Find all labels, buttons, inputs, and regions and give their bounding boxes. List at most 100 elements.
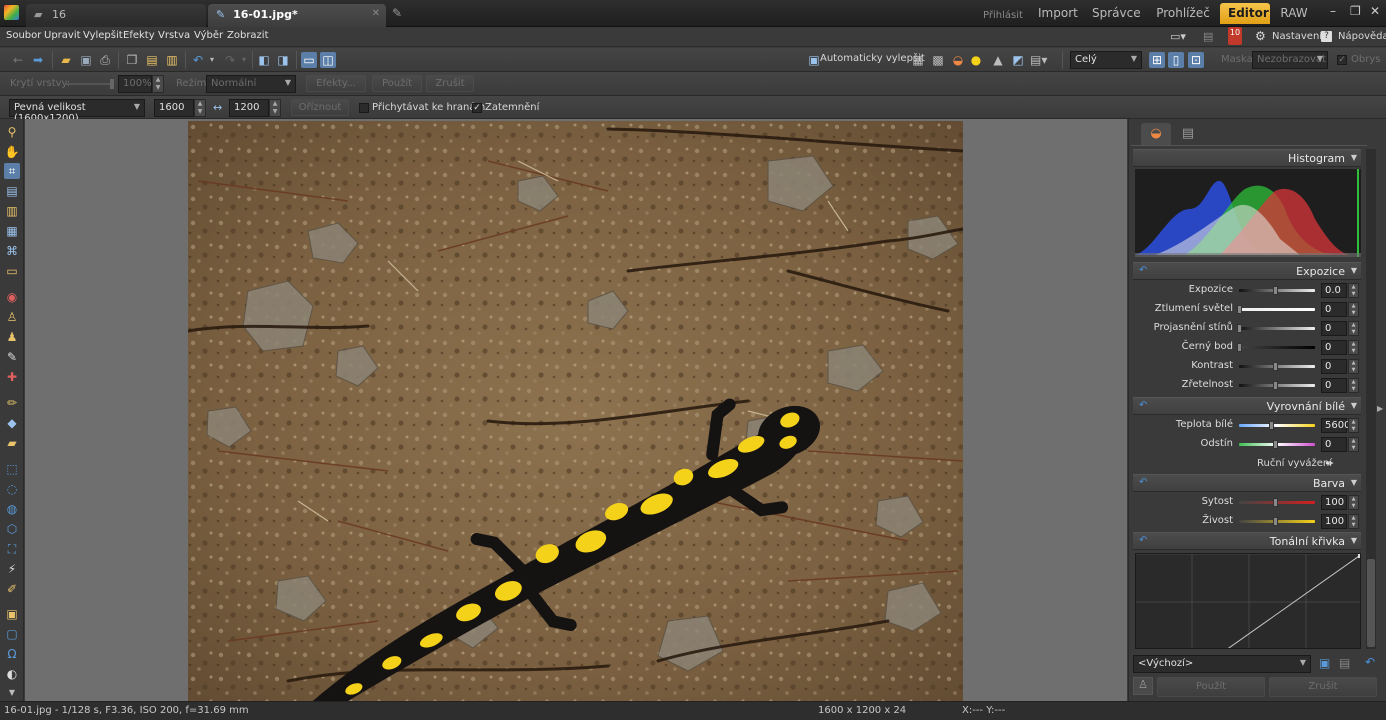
rotate-right-icon[interactable]: ◨ bbox=[275, 52, 291, 68]
help-link[interactable]: Nápověda bbox=[1338, 31, 1386, 42]
help-icon[interactable]: ? bbox=[1321, 31, 1332, 42]
redo-dropdown-icon[interactable]: ▾ bbox=[236, 52, 252, 68]
omega-tool-icon[interactable]: Ω bbox=[4, 646, 20, 662]
menu-layer[interactable]: Vrstva bbox=[158, 30, 190, 41]
shapes-tool-icon[interactable]: ◐ bbox=[4, 666, 20, 682]
notification-badge[interactable]: 10 bbox=[1228, 27, 1242, 45]
effects-dropdown-icon[interactable]: ▤▾ bbox=[1030, 52, 1047, 68]
crop-width-input[interactable]: 1600 bbox=[154, 99, 194, 117]
histogram-section-header[interactable]: Histogram ▼ bbox=[1133, 149, 1361, 167]
mask-select[interactable]: Nezobrazovat ▼ bbox=[1252, 51, 1328, 69]
stamp-icon[interactable]: ♙ bbox=[1133, 677, 1153, 695]
notifications-icon[interactable]: ▤ bbox=[1203, 30, 1213, 43]
slider-track[interactable] bbox=[1239, 346, 1315, 349]
tab-file[interactable]: ✎ 16-01.jpg* ✕ bbox=[208, 4, 386, 27]
slider-value-input[interactable]: 0 bbox=[1321, 437, 1347, 452]
slider-value-input[interactable]: 5600 bbox=[1321, 418, 1350, 433]
slider-spinner[interactable]: ▲ ▼ bbox=[1348, 495, 1359, 510]
panel-apply-button[interactable]: Použít bbox=[1157, 677, 1265, 697]
slider-value-input[interactable]: 0 bbox=[1321, 321, 1347, 336]
tone-curve-graph[interactable] bbox=[1135, 553, 1361, 649]
slider-spinner[interactable]: ▲ ▼ bbox=[1348, 378, 1359, 393]
color-rainbow-icon[interactable]: ◒ bbox=[950, 52, 966, 68]
save-preset-icon[interactable]: ▣ bbox=[1319, 656, 1330, 670]
perspective-tool-icon[interactable]: ▥ bbox=[4, 203, 20, 219]
slider-thumb[interactable] bbox=[1273, 498, 1278, 507]
eyedropper-icon[interactable]: ✒ bbox=[1325, 457, 1334, 470]
new-tab-icon[interactable]: ✎ bbox=[392, 6, 402, 20]
slider-value-input[interactable]: 0.0 bbox=[1321, 283, 1347, 298]
heal-tool-icon[interactable]: ♟ bbox=[4, 329, 20, 345]
slider-track[interactable] bbox=[1239, 424, 1315, 427]
copy-icon[interactable]: ❐ bbox=[124, 52, 140, 68]
canvas-tool-icon[interactable]: ▭ bbox=[4, 263, 20, 279]
preset-select[interactable]: <Výchozí> ▼ bbox=[1133, 655, 1311, 673]
slider-thumb[interactable] bbox=[1237, 305, 1242, 314]
select-brush-tool-icon[interactable]: ✐ bbox=[4, 581, 20, 597]
slider-spinner[interactable]: ▲ ▼ bbox=[1348, 418, 1359, 433]
layer-cancel-button[interactable]: Zrušit bbox=[426, 75, 474, 92]
slider-value-input[interactable]: 100 bbox=[1321, 495, 1347, 510]
crop-width-spinner[interactable]: ▲ ▼ bbox=[194, 99, 206, 117]
panel-collapse-icon[interactable]: ▶ bbox=[1377, 404, 1383, 413]
menu-file[interactable]: Soubor bbox=[6, 30, 41, 41]
mode-editor[interactable]: Editor bbox=[1220, 3, 1270, 24]
slider-spinner[interactable]: ▲ ▼ bbox=[1348, 359, 1359, 374]
layer-opacity-spinner[interactable]: ▲ ▼ bbox=[152, 75, 164, 93]
minimize-button[interactable]: – bbox=[1330, 4, 1336, 18]
straighten-tool-icon[interactable]: ▤ bbox=[4, 183, 20, 199]
split-view-icon[interactable]: ◫ bbox=[320, 52, 336, 68]
image-canvas[interactable] bbox=[25, 119, 1127, 701]
reset-all-icon[interactable]: ↶ bbox=[1365, 655, 1375, 669]
slider-value-input[interactable]: 0 bbox=[1321, 302, 1347, 317]
restore-button[interactable]: ❐ bbox=[1350, 4, 1361, 18]
ellipse-select-tool-icon[interactable]: ◌ bbox=[4, 481, 20, 497]
paste-icon[interactable]: ▤ bbox=[144, 52, 160, 68]
slider-thumb[interactable] bbox=[1237, 324, 1242, 333]
mode-import[interactable]: Import bbox=[1030, 3, 1082, 24]
swap-dimensions-icon[interactable]: ↔ bbox=[213, 101, 222, 114]
paste-new-icon[interactable]: ▥ bbox=[164, 52, 180, 68]
red-eye-tool-icon[interactable]: ◉ bbox=[4, 289, 20, 305]
gear-icon[interactable]: ⚙ bbox=[1255, 29, 1266, 43]
tab-folder[interactable]: ▰ 16 bbox=[26, 4, 206, 27]
mode-viewer[interactable]: Prohlížeč bbox=[1148, 3, 1218, 24]
back-arrow-icon[interactable]: ← bbox=[10, 52, 26, 68]
rotate-left-icon[interactable]: ◧ bbox=[256, 52, 272, 68]
display-icon[interactable]: ▭▾ bbox=[1170, 30, 1186, 43]
brush-tool-icon[interactable]: ✏ bbox=[4, 395, 20, 411]
picture-adjust-icon[interactable]: ◩ bbox=[1010, 52, 1026, 68]
crop-button[interactable]: Oříznout bbox=[291, 99, 349, 116]
reset-exposure-icon[interactable]: ↶ bbox=[1139, 265, 1147, 276]
crop-preset-select[interactable]: Pevná velikost (1600x1200) ▼ bbox=[9, 99, 145, 124]
blend-mode-select[interactable]: Normální ▼ bbox=[206, 75, 296, 93]
slider-track[interactable] bbox=[1239, 308, 1315, 311]
login-link[interactable]: Přihlásit bbox=[975, 7, 1031, 28]
slider-thumb[interactable] bbox=[1273, 381, 1278, 390]
tone-curve-section-header[interactable]: ↶ Tonální křivka ▼ bbox=[1133, 532, 1361, 550]
slider-value-input[interactable]: 100 bbox=[1321, 514, 1347, 529]
exposure-section-header[interactable]: ↶ Expozice ▼ bbox=[1133, 262, 1361, 280]
save-icon[interactable]: ▣ bbox=[78, 52, 94, 68]
slider-thumb[interactable] bbox=[1273, 517, 1278, 526]
reset-tone-curve-icon[interactable]: ↶ bbox=[1139, 535, 1147, 546]
slider-spinner[interactable]: ▲ ▼ bbox=[1348, 302, 1359, 317]
slider-track[interactable] bbox=[1239, 327, 1315, 330]
menu-view[interactable]: Zobrazit bbox=[227, 30, 269, 41]
crop-height-spinner[interactable]: ▲ ▼ bbox=[269, 99, 281, 117]
sharpen-icon[interactable]: ▲ bbox=[990, 52, 1006, 68]
undo-dropdown-icon[interactable]: ▾ bbox=[204, 52, 220, 68]
dodge-tool-icon[interactable]: ✎ bbox=[4, 349, 20, 365]
histogram-tool-icon[interactable]: ▩ bbox=[930, 52, 946, 68]
magnetic-lasso-tool-icon[interactable]: ⛶ bbox=[4, 541, 20, 557]
clone-tool-icon[interactable]: ♙ bbox=[4, 309, 20, 325]
slider-thumb[interactable] bbox=[1273, 362, 1278, 371]
more-tools-icon[interactable]: ▼ bbox=[4, 685, 20, 701]
slider-value-input[interactable]: 0 bbox=[1321, 359, 1347, 374]
white-balance-section-header[interactable]: ↶ Vyrovnání bílé ▼ bbox=[1133, 397, 1361, 415]
crop-height-input[interactable]: 1200 bbox=[229, 99, 269, 117]
slider-value-input[interactable]: 0 bbox=[1321, 340, 1347, 355]
slider-value-input[interactable]: 0 bbox=[1321, 378, 1347, 393]
resize-tool-icon[interactable]: ▦ bbox=[4, 223, 20, 239]
delete-preset-icon[interactable]: ▤ bbox=[1339, 656, 1350, 670]
